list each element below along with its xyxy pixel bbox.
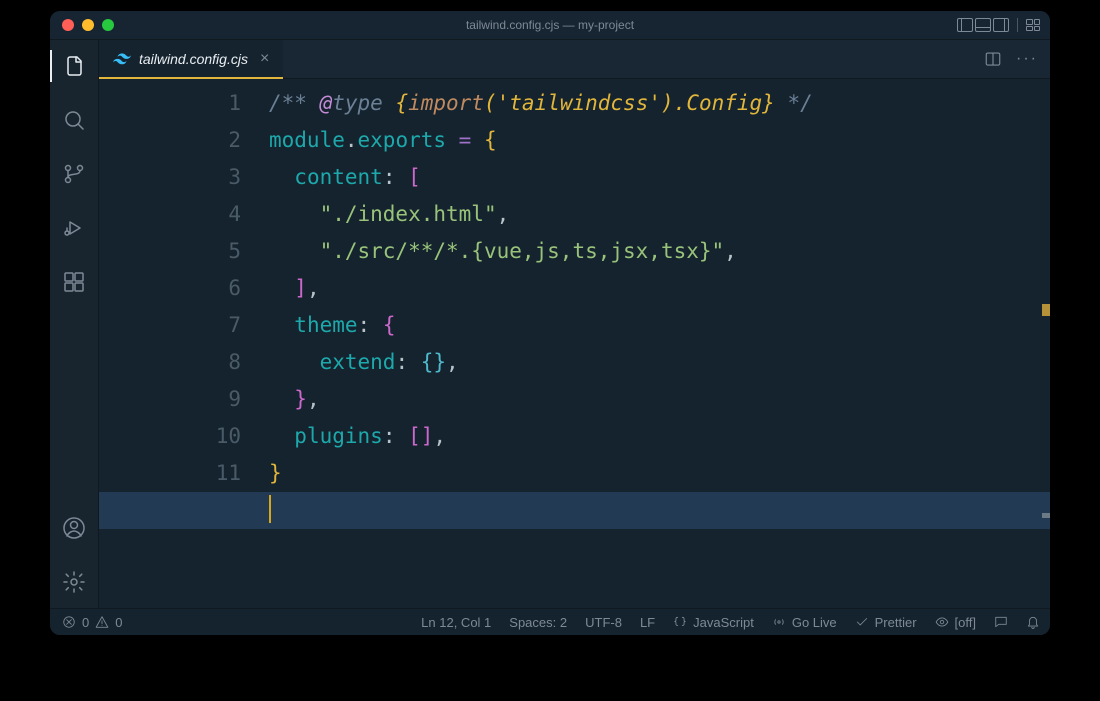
activity-bar [50,40,99,608]
run-debug-activity[interactable] [50,210,98,246]
tailwind-icon [113,53,131,65]
code-line-current[interactable] [99,492,1050,529]
braces-icon [673,615,687,629]
code-line[interactable]: extend: {}, [269,344,1050,381]
line-number: 7 [99,307,241,344]
toggle-primary-sidebar-button[interactable] [957,18,973,32]
editor-window: tailwind.config.cjs — my-project [50,11,1050,635]
code-line[interactable]: content: [ [269,159,1050,196]
search-activity[interactable] [50,102,98,138]
indentation-status[interactable]: Spaces: 2 [509,615,567,630]
line-number: 9 [99,381,241,418]
tab-bar: tailwind.config.cjs × ··· [99,40,1050,79]
eol-status[interactable]: LF [640,615,655,630]
problems-status[interactable]: 0 0 [62,615,122,630]
feedback-icon[interactable] [994,615,1008,629]
line-number: 6 [99,270,241,307]
close-window-button[interactable] [62,19,74,31]
language-mode-status[interactable]: JavaScript [673,615,754,630]
tab-filename: tailwind.config.cjs [139,51,248,67]
line-number: 3 [99,159,241,196]
overview-marker [1042,513,1050,518]
extensions-icon [62,270,86,294]
encoding-status[interactable]: UTF-8 [585,615,622,630]
source-code[interactable]: /** @type {import('tailwindcss').Config}… [269,79,1050,608]
screencast-status[interactable]: [off] [935,615,976,630]
extensions-activity[interactable] [50,264,98,300]
go-live-status[interactable]: Go Live [772,615,837,630]
close-tab-button[interactable]: × [260,50,269,68]
titlebar: tailwind.config.cjs — my-project [50,11,1050,40]
line-number: 1 [99,85,241,122]
code-line[interactable]: }, [269,381,1050,418]
broadcast-icon [772,615,786,629]
check-icon [855,615,869,629]
explorer-activity[interactable] [50,48,98,84]
text-cursor [269,495,271,523]
tab-tailwind-config[interactable]: tailwind.config.cjs × [99,40,283,78]
code-editor[interactable]: 1 2 3 4 5 6 7 8 9 10 11 12 /** @type {im… [99,79,1050,608]
code-line[interactable]: plugins: [], [269,418,1050,455]
error-icon [62,615,76,629]
line-number: 4 [99,196,241,233]
cursor-position-status[interactable]: Ln 12, Col 1 [421,615,491,630]
line-number: 8 [99,344,241,381]
editor-area: tailwind.config.cjs × ··· 1 2 3 4 [99,40,1050,608]
line-number: 5 [99,233,241,270]
toggle-panel-button[interactable] [975,18,991,32]
overview-marker [1042,304,1050,316]
source-control-activity[interactable] [50,156,98,192]
branch-icon [62,162,86,186]
accounts-activity[interactable] [50,510,98,546]
window-title: tailwind.config.cjs — my-project [50,18,1050,32]
bell-icon[interactable] [1026,615,1040,629]
code-line[interactable]: ], [269,270,1050,307]
overview-ruler[interactable] [1036,79,1050,608]
toggle-secondary-sidebar-button[interactable] [993,18,1009,32]
editor-more-actions-button[interactable]: ··· [1016,50,1038,68]
titlebar-layout-controls [957,11,1040,39]
prettier-status[interactable]: Prettier [855,615,917,630]
code-line[interactable]: module.exports = { [269,122,1050,159]
search-icon [62,108,86,132]
line-number: 2 [99,122,241,159]
warning-icon [95,615,109,629]
fullscreen-window-button[interactable] [102,19,114,31]
split-editor-button[interactable] [984,50,1002,68]
account-icon [62,516,86,540]
code-line[interactable]: "./src/**/*.{vue,js,ts,jsx,tsx}", [269,233,1050,270]
customize-layout-button[interactable] [1026,19,1040,31]
eye-icon [935,615,949,629]
files-icon [62,54,86,78]
code-line[interactable]: theme: { [269,307,1050,344]
debug-icon [62,216,86,240]
gear-icon [62,570,86,594]
status-bar: 0 0 Ln 12, Col 1 Spaces: 2 UTF-8 LF Java… [50,608,1050,635]
minimize-window-button[interactable] [82,19,94,31]
line-number: 10 [99,418,241,455]
code-line[interactable]: "./index.html", [269,196,1050,233]
traffic-lights [62,19,114,31]
code-line[interactable]: } [269,455,1050,492]
line-number: 11 [99,455,241,492]
settings-activity[interactable] [50,564,98,600]
code-line[interactable]: /** @type {import('tailwindcss').Config}… [269,85,1050,122]
